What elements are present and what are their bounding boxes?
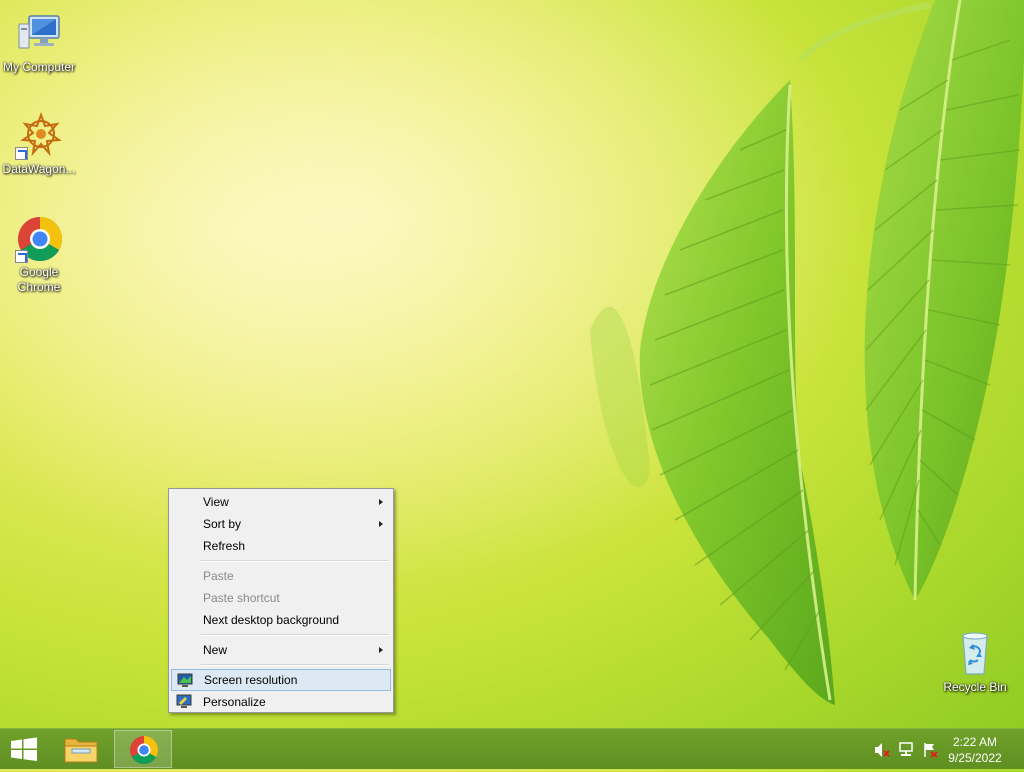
- menu-separator: [201, 634, 389, 636]
- display-icon: [177, 673, 193, 688]
- shortcut-arrow-icon: [15, 250, 28, 263]
- taskbar-chrome-button[interactable]: [114, 730, 172, 768]
- taskbar-clock[interactable]: 2:22 AM 9/25/2022: [940, 734, 1010, 766]
- submenu-arrow-icon: [379, 521, 383, 527]
- menu-item-label: New: [203, 643, 228, 657]
- menu-separator: [201, 560, 389, 562]
- desktop-icon-label: DataWagon...: [2, 162, 76, 176]
- volume-muted-icon[interactable]: [874, 742, 890, 758]
- taskbar: 2:22 AM 9/25/2022: [0, 728, 1024, 769]
- start-button[interactable]: [0, 730, 48, 768]
- menu-item-next-desktop-background[interactable]: Next desktop background: [171, 609, 391, 631]
- taskbar-file-explorer-button[interactable]: [52, 730, 110, 768]
- desktop-icon-datawagon[interactable]: DataWagon...: [0, 112, 78, 177]
- windows-logo-icon: [11, 737, 37, 761]
- menu-item-personalize[interactable]: Personalize: [171, 691, 391, 713]
- desktop-icon-label: My Computer: [2, 60, 76, 74]
- datawagon-icon: [15, 112, 63, 160]
- menu-item-label: Refresh: [203, 539, 246, 553]
- menu-item-paste-shortcut: Paste shortcut: [171, 587, 391, 609]
- menu-separator: [201, 664, 389, 666]
- menu-item-label: Next desktop background: [203, 613, 340, 627]
- clock-date: 9/25/2022: [948, 751, 1002, 765]
- personalize-icon: [176, 694, 192, 709]
- chrome-icon: [15, 215, 63, 263]
- desktop-icon-google-chrome[interactable]: Google Chrome: [0, 215, 78, 295]
- menu-item-label: Paste: [203, 569, 234, 583]
- network-icon[interactable]: [898, 742, 914, 758]
- desktop-icon-label: Recycle Bin: [943, 680, 1007, 694]
- menu-item-label: View: [203, 495, 229, 509]
- menu-item-label: Personalize: [203, 695, 266, 709]
- action-center-icon[interactable]: [922, 742, 938, 758]
- submenu-arrow-icon: [379, 647, 383, 653]
- menu-item-sort-by[interactable]: Sort by: [171, 513, 391, 535]
- menu-item-label: Paste shortcut: [203, 591, 280, 605]
- system-tray: 2:22 AM 9/25/2022: [864, 729, 1024, 769]
- computer-icon: [15, 10, 63, 58]
- desktop-icon-recycle-bin[interactable]: Recycle Bin: [936, 630, 1014, 695]
- submenu-arrow-icon: [379, 499, 383, 505]
- menu-item-label: Sort by: [203, 517, 242, 531]
- folder-icon: [64, 738, 98, 763]
- clock-time: 2:22 AM: [952, 735, 998, 749]
- recycle-bin-icon: [951, 630, 999, 678]
- menu-item-new[interactable]: New: [171, 639, 391, 661]
- menu-item-screen-resolution[interactable]: Screen resolution: [171, 669, 391, 691]
- menu-item-paste: Paste: [171, 565, 391, 587]
- chrome-icon: [130, 736, 158, 764]
- menu-item-view[interactable]: View: [171, 491, 391, 513]
- desktop-context-menu: View Sort by Refresh Paste Paste shortcu…: [168, 488, 394, 713]
- desktop-icon-label: Google Chrome: [17, 265, 61, 294]
- desktop-wallpaper: [0, 0, 1024, 728]
- desktop-icon-my-computer[interactable]: My Computer: [0, 10, 78, 75]
- menu-item-refresh[interactable]: Refresh: [171, 535, 391, 557]
- menu-item-label: Screen resolution: [204, 673, 298, 687]
- shortcut-arrow-icon: [15, 147, 28, 160]
